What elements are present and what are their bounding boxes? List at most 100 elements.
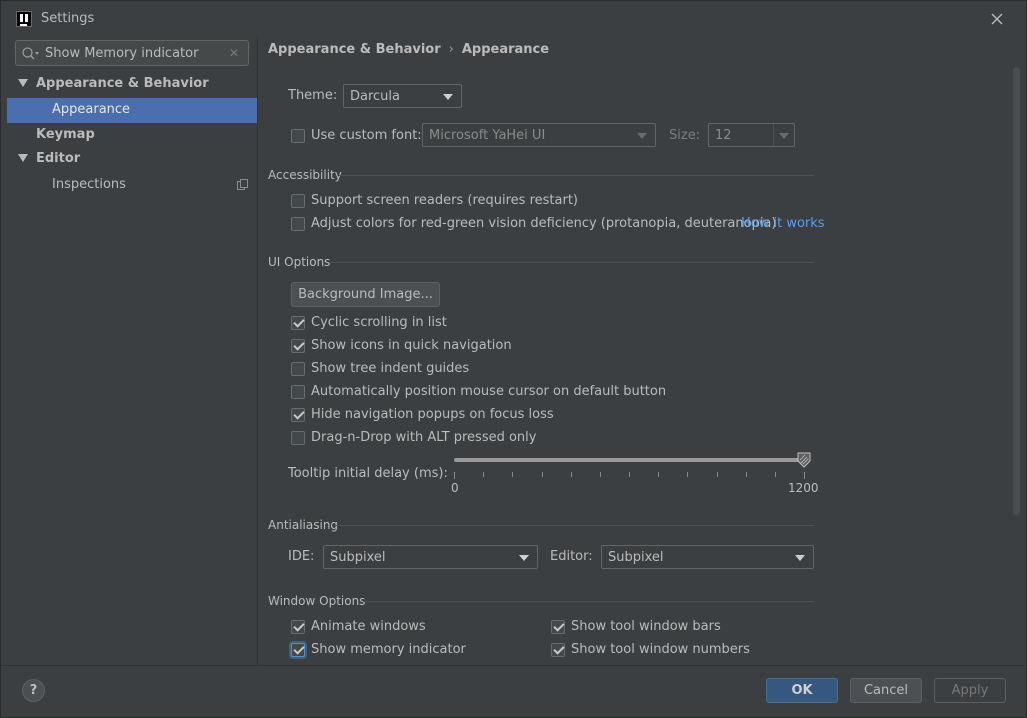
ide-antialiasing-dropdown[interactable]: Subpixel (323, 545, 538, 569)
chevron-down-icon (795, 555, 805, 561)
expand-arrow-icon[interactable] (18, 154, 28, 162)
footer-divider (1, 665, 1027, 666)
tool-window-numbers-checkbox[interactable] (551, 643, 565, 657)
breadcrumb-separator: › (448, 42, 454, 57)
window-title: Settings (41, 11, 95, 26)
tool-window-bars-checkbox[interactable] (551, 620, 565, 634)
section-divider (339, 175, 814, 176)
help-button[interactable]: ? (22, 679, 45, 702)
tooltip-delay-slider[interactable] (454, 458, 804, 462)
project-scope-icon (237, 179, 248, 194)
title-bar: Settings (1, 1, 1027, 37)
auto-position-cursor-checkbox[interactable] (291, 385, 305, 399)
theme-label: Theme: (288, 88, 338, 103)
editor-antialiasing-dropdown[interactable]: Subpixel (601, 545, 814, 569)
slider-tick (542, 472, 543, 477)
section-divider (336, 525, 814, 526)
tree-indent-guides-label: Show tree indent guides (311, 361, 470, 376)
cyclic-scrolling-checkbox[interactable] (291, 316, 305, 330)
auto-position-cursor-label: Automatically position mouse cursor on d… (311, 384, 667, 399)
show-memory-indicator-label: Show memory indicator (311, 642, 466, 657)
window-options-section-title: Window Options (268, 594, 366, 608)
intellij-logo-icon (16, 11, 32, 27)
chevron-down-icon (637, 133, 647, 139)
slider-tick (804, 472, 805, 479)
color-deficiency-checkbox[interactable] (291, 217, 305, 231)
sidebar-item-label: Appearance & Behavior (36, 76, 209, 91)
expand-arrow-icon[interactable] (18, 79, 28, 87)
hide-nav-popups-checkbox[interactable] (291, 408, 305, 422)
slider-tick (717, 472, 718, 477)
animate-windows-label: Animate windows (311, 619, 426, 634)
section-divider (331, 262, 814, 263)
slider-tick (571, 472, 572, 477)
slider-tick (512, 472, 513, 477)
slider-tick (687, 472, 688, 477)
slider-tick (658, 472, 659, 477)
ok-button[interactable]: OK (766, 678, 838, 703)
sidebar-item-inspections[interactable]: Inspections (7, 173, 257, 198)
hide-nav-popups-label: Hide navigation popups on focus loss (311, 407, 554, 422)
sidebar-divider (257, 37, 258, 665)
theme-dropdown[interactable]: Darcula (343, 84, 462, 108)
color-deficiency-label: Adjust colors for red-green vision defic… (311, 216, 777, 231)
sidebar-item-keymap[interactable]: Keymap (7, 123, 257, 148)
section-divider (363, 601, 814, 602)
show-icons-quick-nav-checkbox[interactable] (291, 339, 305, 353)
screen-readers-label: Support screen readers (requires restart… (311, 193, 578, 208)
chevron-down-icon (443, 94, 453, 100)
use-custom-font-checkbox[interactable] (291, 129, 305, 143)
clear-search-icon[interactable]: ✕ (229, 46, 239, 60)
how-it-works-link[interactable]: How it works (741, 216, 825, 231)
tool-window-bars-label: Show tool window bars (571, 619, 721, 634)
editor-label: Editor: (550, 549, 593, 564)
drag-n-drop-alt-label: Drag-n-Drop with ALT pressed only (311, 430, 537, 445)
ui-options-section-title: UI Options (268, 255, 331, 269)
antialiasing-section-title: Antialiasing (268, 518, 339, 532)
breadcrumb: Appearance & Behavior › Appearance (268, 42, 549, 57)
search-icon (21, 46, 41, 66)
apply-button[interactable]: Apply (934, 678, 1006, 703)
theme-value: Darcula (350, 89, 401, 104)
breadcrumb-parent[interactable]: Appearance & Behavior (268, 42, 441, 57)
slider-tick (746, 472, 747, 477)
slider-min-label: 0 (451, 481, 459, 495)
animate-windows-checkbox[interactable] (291, 620, 305, 634)
slider-max-label: 1200 (788, 481, 819, 495)
background-image-button[interactable]: Background Image... (291, 282, 440, 307)
close-icon[interactable] (986, 8, 1008, 30)
scrollbar-thumb[interactable] (1013, 67, 1020, 515)
slider-tick (775, 472, 776, 477)
editor-antialiasing-value: Subpixel (608, 550, 664, 565)
drag-n-drop-alt-checkbox[interactable] (291, 431, 305, 445)
tooltip-delay-label: Tooltip initial delay (ms): (288, 466, 448, 481)
slider-thumb[interactable] (797, 452, 811, 468)
ide-label: IDE: (288, 549, 315, 564)
sidebar-item-appearance[interactable]: Appearance (7, 98, 257, 123)
slider-tick (483, 472, 484, 477)
use-custom-font-label: Use custom font: (311, 128, 422, 143)
slider-tick (600, 472, 601, 477)
font-size-dropdown[interactable]: 12 (708, 123, 795, 147)
settings-sidebar: Show Memory indicator ✕ Appearance & Beh… (7, 37, 257, 665)
breadcrumb-current: Appearance (461, 42, 550, 57)
tool-window-numbers-label: Show tool window numbers (571, 642, 750, 657)
sidebar-item-label: Inspections (52, 177, 126, 192)
slider-tick (629, 472, 630, 477)
cancel-button[interactable]: Cancel (850, 678, 922, 703)
font-size-value: 12 (715, 128, 732, 143)
combo-split (773, 124, 774, 146)
show-memory-indicator-checkbox[interactable] (291, 643, 305, 657)
tree-indent-guides-checkbox[interactable] (291, 362, 305, 376)
sidebar-item-editor[interactable]: Editor (7, 147, 257, 172)
slider-tick (454, 472, 455, 479)
chevron-down-icon (779, 133, 789, 139)
sidebar-item-appearance-behavior[interactable]: Appearance & Behavior (7, 72, 257, 97)
sidebar-item-label: Appearance (52, 102, 131, 117)
custom-font-dropdown[interactable]: Microsoft YaHei UI (422, 123, 656, 147)
cyclic-scrolling-label: Cyclic scrolling in list (311, 315, 447, 330)
search-input[interactable]: Show Memory indicator ✕ (15, 40, 249, 66)
font-size-label: Size: (669, 128, 701, 143)
custom-font-value: Microsoft YaHei UI (429, 128, 546, 143)
screen-readers-checkbox[interactable] (291, 194, 305, 208)
